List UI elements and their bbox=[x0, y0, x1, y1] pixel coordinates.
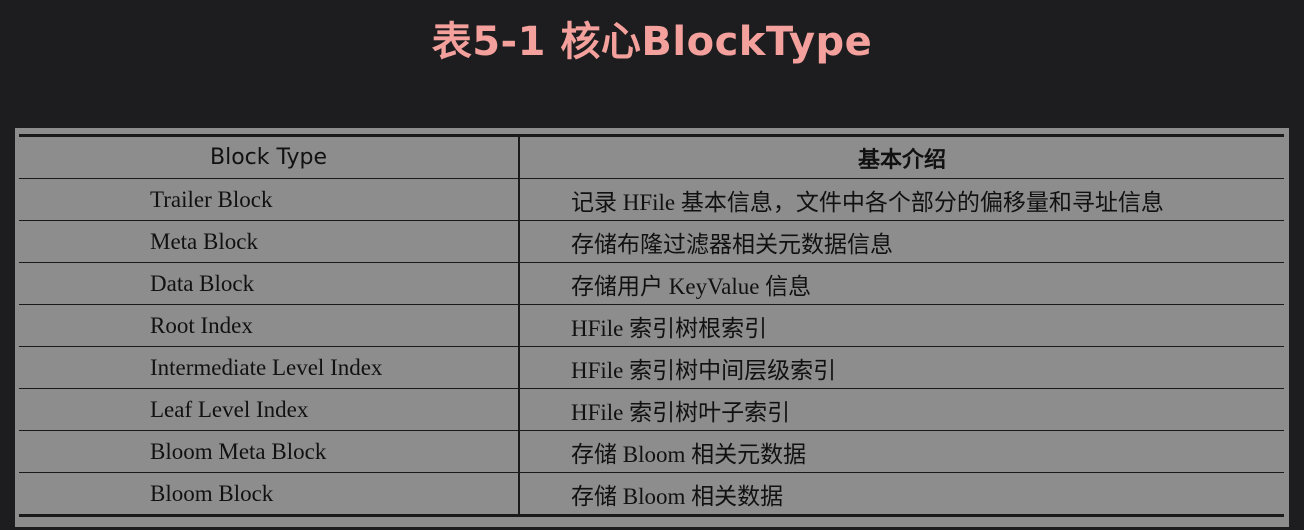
description-cell: 记录 HFile 基本信息，文件中各个部分的偏移量和寻址信息 bbox=[519, 178, 1284, 221]
table-header-row: Block Type 基本介绍 bbox=[19, 135, 1284, 179]
block-type-cell: Leaf Level Index bbox=[19, 388, 520, 431]
block-type-cell: Intermediate Level Index bbox=[19, 346, 520, 389]
table-row: Trailer Block 记录 HFile 基本信息，文件中各个部分的偏移量和… bbox=[19, 178, 1284, 221]
description-cell: 存储用户 KeyValue 信息 bbox=[519, 262, 1284, 305]
table-row: Bloom Meta Block 存储 Bloom 相关元数据 bbox=[19, 430, 1284, 473]
description-cell: 存储 Bloom 相关元数据 bbox=[519, 430, 1284, 473]
header-block-type: Block Type bbox=[19, 135, 520, 179]
table-row: Intermediate Level Index HFile 索引树中间层级索引 bbox=[19, 346, 1284, 389]
description-cell: HFile 索引树中间层级索引 bbox=[519, 346, 1284, 389]
description-cell: 存储布隆过滤器相关元数据信息 bbox=[519, 220, 1284, 263]
block-type-cell: Bloom Block bbox=[19, 472, 520, 516]
description-cell: 存储 Bloom 相关数据 bbox=[571, 483, 784, 509]
header-description: 基本介绍 bbox=[519, 135, 1284, 179]
block-type-table-panel: Block Type 基本介绍 Trailer Block 记录 HFile 基… bbox=[15, 128, 1289, 527]
block-type-cell: Data Block bbox=[19, 262, 520, 305]
table-row: Meta Block 存储布隆过滤器相关元数据信息 bbox=[19, 220, 1284, 263]
block-type-cell: Meta Block bbox=[19, 220, 520, 263]
description-cell: HFile 索引树叶子索引 bbox=[519, 388, 1284, 431]
block-type-table: Block Type 基本介绍 Trailer Block 记录 HFile 基… bbox=[19, 134, 1284, 517]
block-type-cell: Bloom Meta Block bbox=[19, 430, 520, 473]
block-type-cell: Trailer Block bbox=[19, 178, 520, 221]
table-row: Data Block 存储用户 KeyValue 信息 bbox=[19, 262, 1284, 305]
table-row: Root Index HFile 索引树根索引 bbox=[19, 304, 1284, 347]
table-row: Bloom Block 存储 Bloom 相关数据 bbox=[19, 472, 1284, 516]
block-type-cell: Root Index bbox=[19, 304, 520, 347]
table-row: Leaf Level Index HFile 索引树叶子索引 bbox=[19, 388, 1284, 431]
page-title: 表5-1 核心BlockType bbox=[431, 19, 873, 65]
description-cell: HFile 索引树根索引 bbox=[519, 304, 1284, 347]
